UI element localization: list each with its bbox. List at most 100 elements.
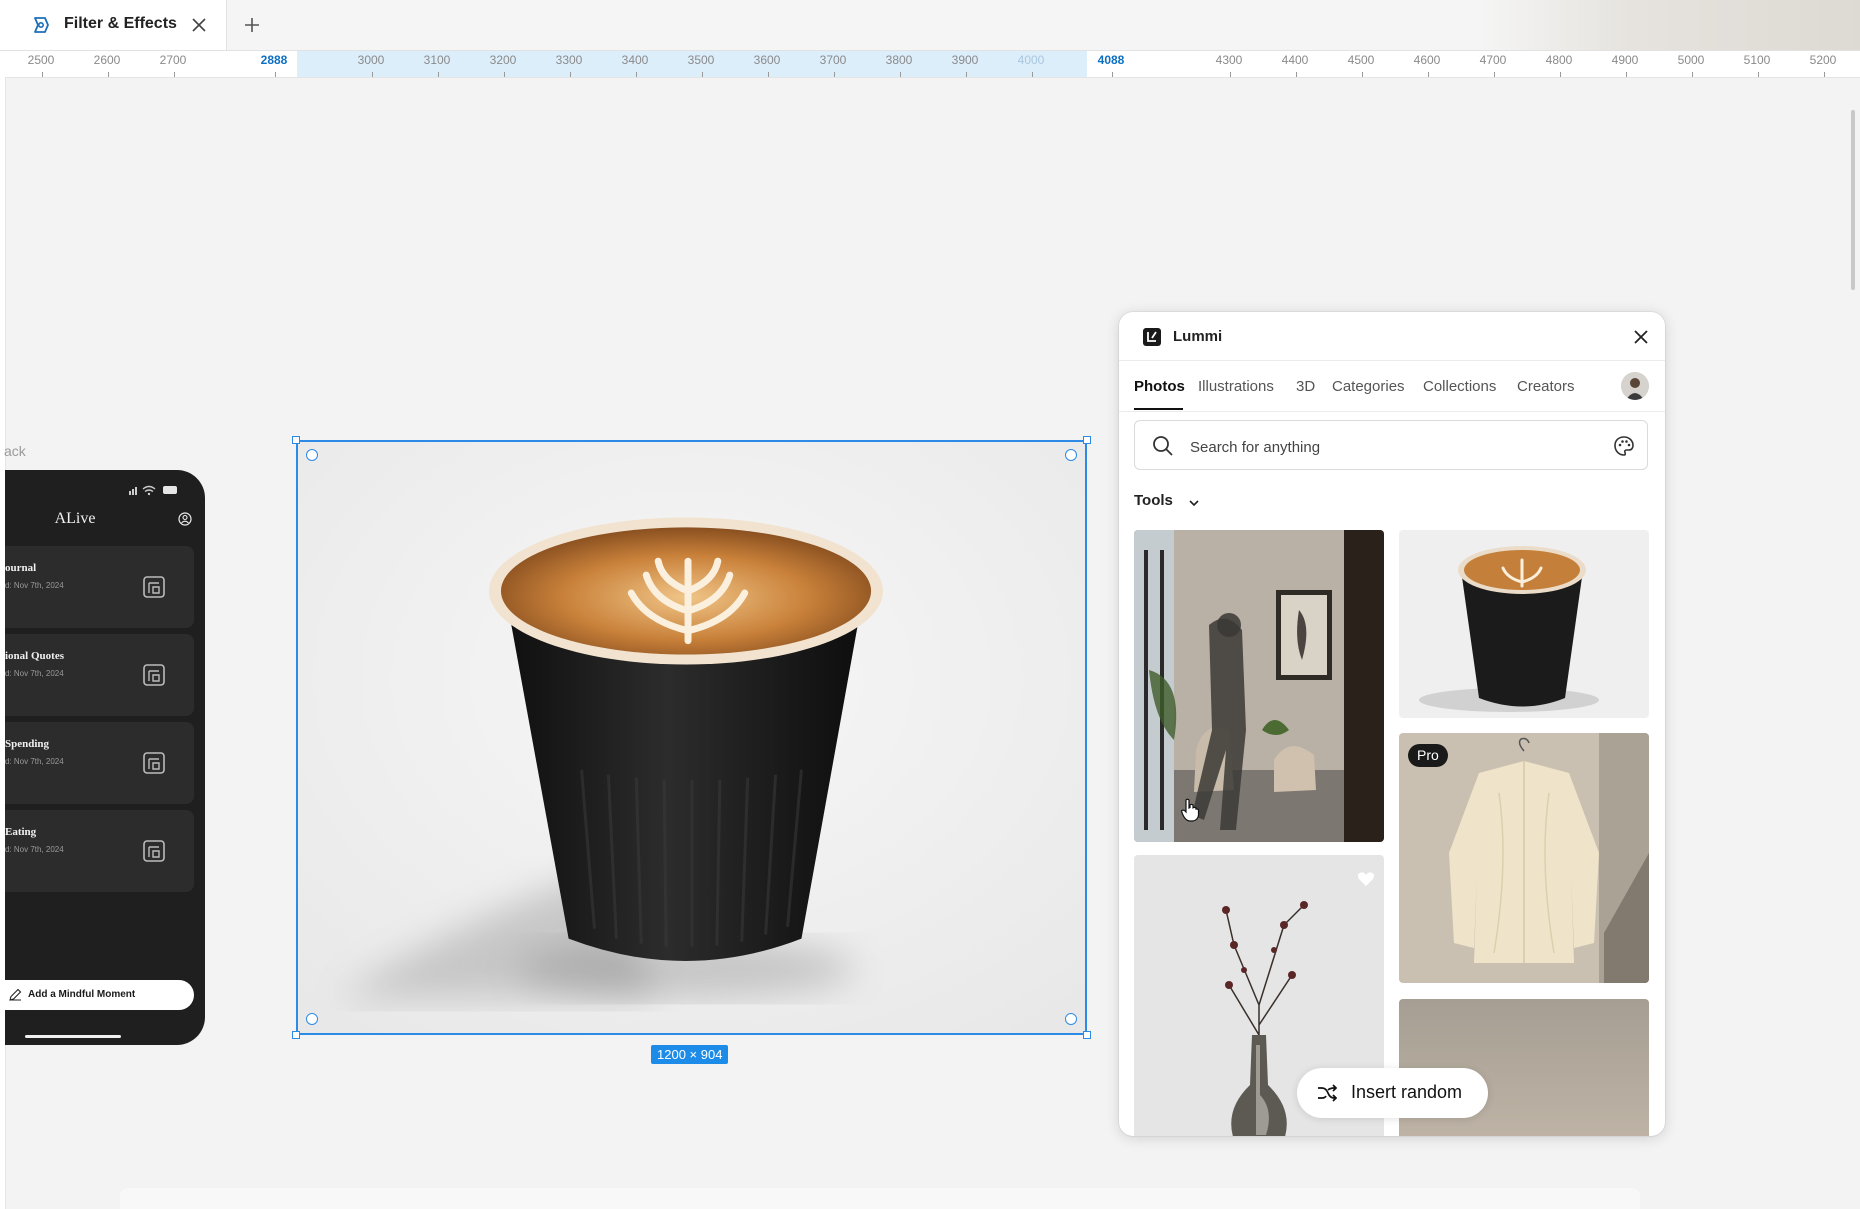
home-indicator [25, 1035, 121, 1038]
journal-card[interactable]: Spending d: Nov 7th, 2024 [5, 722, 194, 804]
ruler-tick [570, 72, 571, 77]
journal-icon [143, 840, 165, 862]
ruler-tick-label: 3100 [423, 53, 451, 67]
pro-badge: Pro [1408, 744, 1448, 767]
ruler-tick [966, 72, 967, 77]
avatar[interactable] [1621, 372, 1649, 400]
ruler-tick [108, 72, 109, 77]
profile-icon[interactable] [178, 512, 192, 526]
ruler-tick-label: 4500 [1347, 53, 1375, 67]
heart-icon[interactable] [1357, 871, 1375, 887]
ruler-tick-label: 3500 [687, 53, 715, 67]
ruler-tick-label: 5100 [1743, 53, 1771, 67]
tab-creators[interactable]: Creators [1517, 378, 1575, 395]
figma-plugin-icon [34, 17, 49, 33]
ruler-tick [1692, 72, 1693, 77]
tab-filter-effects[interactable]: Filter & Effects [0, 0, 227, 50]
tools-dropdown[interactable]: Tools [1134, 492, 1173, 509]
photo-thumbnail-blouse[interactable]: Pro [1399, 733, 1649, 983]
corner-radius-handle[interactable] [306, 449, 318, 461]
ruler-tick-label: 3400 [621, 53, 649, 67]
ruler-tick-label: 4700 [1479, 53, 1507, 67]
panel-tabs: Photos Illustrations 3D Categories Colle… [1119, 361, 1665, 412]
tab-photos[interactable]: Photos [1134, 378, 1185, 395]
ruler-tick [1362, 72, 1363, 77]
ruler-tick-label: 2888 [260, 53, 288, 67]
search-icon [1153, 436, 1173, 456]
ruler-tick [1112, 72, 1113, 77]
ruler-tick [1824, 72, 1825, 77]
tab-title: Filter & Effects [64, 15, 177, 32]
bottom-toolbar-edge [120, 1188, 1640, 1209]
ruler-tick [275, 72, 276, 77]
vertical-scrollbar[interactable] [1851, 110, 1855, 290]
corner-radius-handle[interactable] [306, 1013, 318, 1025]
card-title: ional Quotes [5, 650, 64, 662]
add-mindful-moment-button[interactable]: Add a Mindful Moment [5, 980, 194, 1010]
ruler-tick [834, 72, 835, 77]
tab-collections[interactable]: Collections [1423, 378, 1496, 395]
tab-illustrations[interactable]: Illustrations [1198, 378, 1274, 395]
journal-card[interactable]: ional Quotes d: Nov 7th, 2024 [5, 634, 194, 716]
corner-radius-handle[interactable] [1065, 1013, 1077, 1025]
card-date: d: Nov 7th, 2024 [5, 669, 64, 678]
ruler-tick [504, 72, 505, 77]
ruler-tick-label: 4900 [1611, 53, 1639, 67]
card-title: ournal [5, 562, 37, 574]
ruler-tick-label: 4800 [1545, 53, 1573, 67]
insert-random-button[interactable]: Insert random [1297, 1068, 1488, 1118]
ruler-tick-label: 3900 [951, 53, 979, 67]
ruler-tick-label: 3600 [753, 53, 781, 67]
journal-icon [143, 664, 165, 686]
ruler-tick-label: 5200 [1809, 53, 1837, 67]
active-tab-indicator [1134, 408, 1183, 410]
panel-header: Lummi [1119, 312, 1665, 361]
ruler-tick [1758, 72, 1759, 77]
card-title: Eating [5, 826, 37, 838]
ruler-tick-label: 4000 [1017, 53, 1045, 67]
ruler-tick-label: 3800 [885, 53, 913, 67]
ruler-tick [174, 72, 175, 77]
selected-image-frame[interactable] [296, 440, 1087, 1035]
ruler-tick [702, 72, 703, 77]
journal-icon [143, 752, 165, 774]
resize-handle-top-left[interactable] [292, 436, 300, 444]
ruler-tick-label: 2700 [159, 53, 187, 67]
ruler-tick [636, 72, 637, 77]
photo-thumbnail-coffee[interactable] [1399, 530, 1649, 718]
corner-radius-handle[interactable] [1065, 449, 1077, 461]
tab-categories[interactable]: Categories [1332, 378, 1405, 395]
photo-thumbnail-office[interactable] [1134, 530, 1384, 842]
ruler-tick-label: 2500 [27, 53, 55, 67]
ruler-tick-label: 4400 [1281, 53, 1309, 67]
ruler-tick [1626, 72, 1627, 77]
search-input[interactable] [1188, 433, 1592, 461]
horizontal-ruler: 2500 2600 2700 2888 3000 3100 3200 3300 3400 3500… [0, 51, 1860, 78]
ruler-tick [900, 72, 901, 77]
resize-handle-bottom-left[interactable] [292, 1031, 300, 1039]
card-date: d: Nov 7th, 2024 [5, 757, 64, 766]
ruler-tick-label: 3700 [819, 53, 847, 67]
ruler-tick [372, 72, 373, 77]
coffee-cup-photo [298, 442, 1085, 1033]
card-date: d: Nov 7th, 2024 [5, 845, 64, 854]
resize-handle-top-right[interactable] [1083, 436, 1091, 444]
ruler-tick-label: 4300 [1215, 53, 1243, 67]
ruler-tick [42, 72, 43, 77]
dimensions-badge: 1200 × 904 [651, 1045, 729, 1064]
close-icon[interactable] [1633, 329, 1649, 345]
chevron-down-icon[interactable] [1187, 496, 1201, 510]
plus-icon[interactable] [242, 15, 262, 35]
ruler-tick [1428, 72, 1429, 77]
journal-card[interactable]: Eating d: Nov 7th, 2024 [5, 810, 194, 892]
close-icon[interactable] [189, 15, 209, 35]
tab-3d[interactable]: 3D [1296, 378, 1315, 395]
journal-icon [143, 576, 165, 598]
palette-icon[interactable] [1612, 434, 1636, 458]
insert-random-label: Insert random [1351, 1082, 1463, 1102]
journal-card[interactable]: ournal d: Nov 7th, 2024 [5, 546, 194, 628]
ruler-tick-label: 2600 [93, 53, 121, 67]
ruler-tick [1296, 72, 1297, 77]
resize-handle-bottom-right[interactable] [1083, 1031, 1091, 1039]
phone-mockup[interactable]: ALive ournal d: Nov 7th, 2024 ional Quot… [5, 470, 205, 1045]
